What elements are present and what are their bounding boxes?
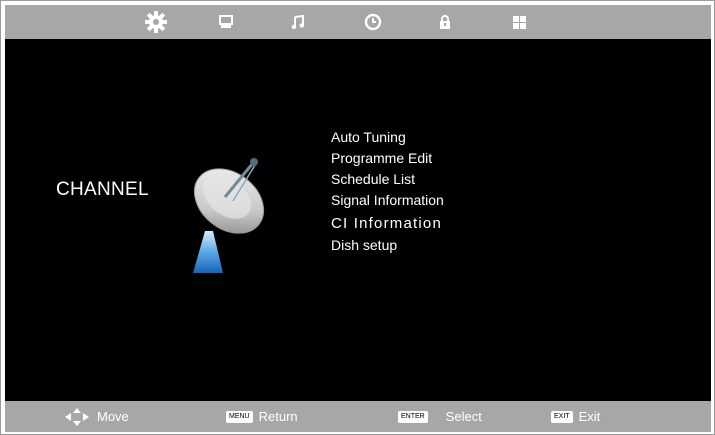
enter-key-icon: ENTER [398, 410, 428, 423]
grid-icon [512, 15, 526, 29]
tab-picture[interactable] [209, 5, 243, 39]
hint-select: ENTER Select [398, 401, 482, 432]
menu-item-ci-information[interactable]: CI Information [331, 211, 444, 235]
dpad-arrows-icon [65, 407, 89, 426]
tab-setup[interactable] [139, 5, 173, 39]
menu-item-dish-setup[interactable]: Dish setup [331, 235, 444, 256]
tab-time[interactable] [356, 5, 390, 39]
category-title: CHANNEL [56, 179, 149, 200]
menu-item-auto-tuning[interactable]: Auto Tuning [331, 127, 444, 148]
gear-icon [145, 11, 167, 33]
menu-key-icon: MENU [226, 410, 253, 423]
top-tab-bar [5, 5, 711, 39]
tv-menu-frame: CHANNEL Auto Tuning Programme Edit Sched… [0, 0, 715, 435]
channel-menu-list: Auto Tuning Programme Edit Schedule List… [331, 127, 444, 256]
satellite-dish-icon [193, 158, 265, 273]
tab-sound[interactable] [281, 5, 315, 39]
exit-key-icon: EXIT [551, 410, 573, 423]
hint-exit: EXIT Exit [551, 401, 600, 432]
key-hint-bar: Move MENU Return ENTER Select EXIT Exit [5, 401, 711, 432]
hint-select-label: Select [445, 409, 482, 424]
hint-move-label: Move [97, 409, 129, 424]
menu-panel: CHANNEL Auto Tuning Programme Edit Sched… [5, 39, 711, 401]
tab-lock[interactable] [428, 5, 462, 39]
hint-return-label: Return [258, 409, 298, 424]
hint-return: MENU Return [226, 401, 298, 432]
tab-app[interactable] [502, 5, 536, 39]
hint-move: Move [63, 401, 129, 432]
lock-icon [440, 15, 450, 29]
menu-item-programme-edit[interactable]: Programme Edit [331, 148, 444, 169]
music-note-icon [291, 14, 304, 30]
menu-item-schedule-list[interactable]: Schedule List [331, 169, 444, 190]
clock-icon [364, 13, 382, 31]
hint-exit-label: Exit [578, 409, 601, 424]
monitor-icon [219, 15, 233, 28]
menu-item-signal-information[interactable]: Signal Information [331, 190, 444, 211]
